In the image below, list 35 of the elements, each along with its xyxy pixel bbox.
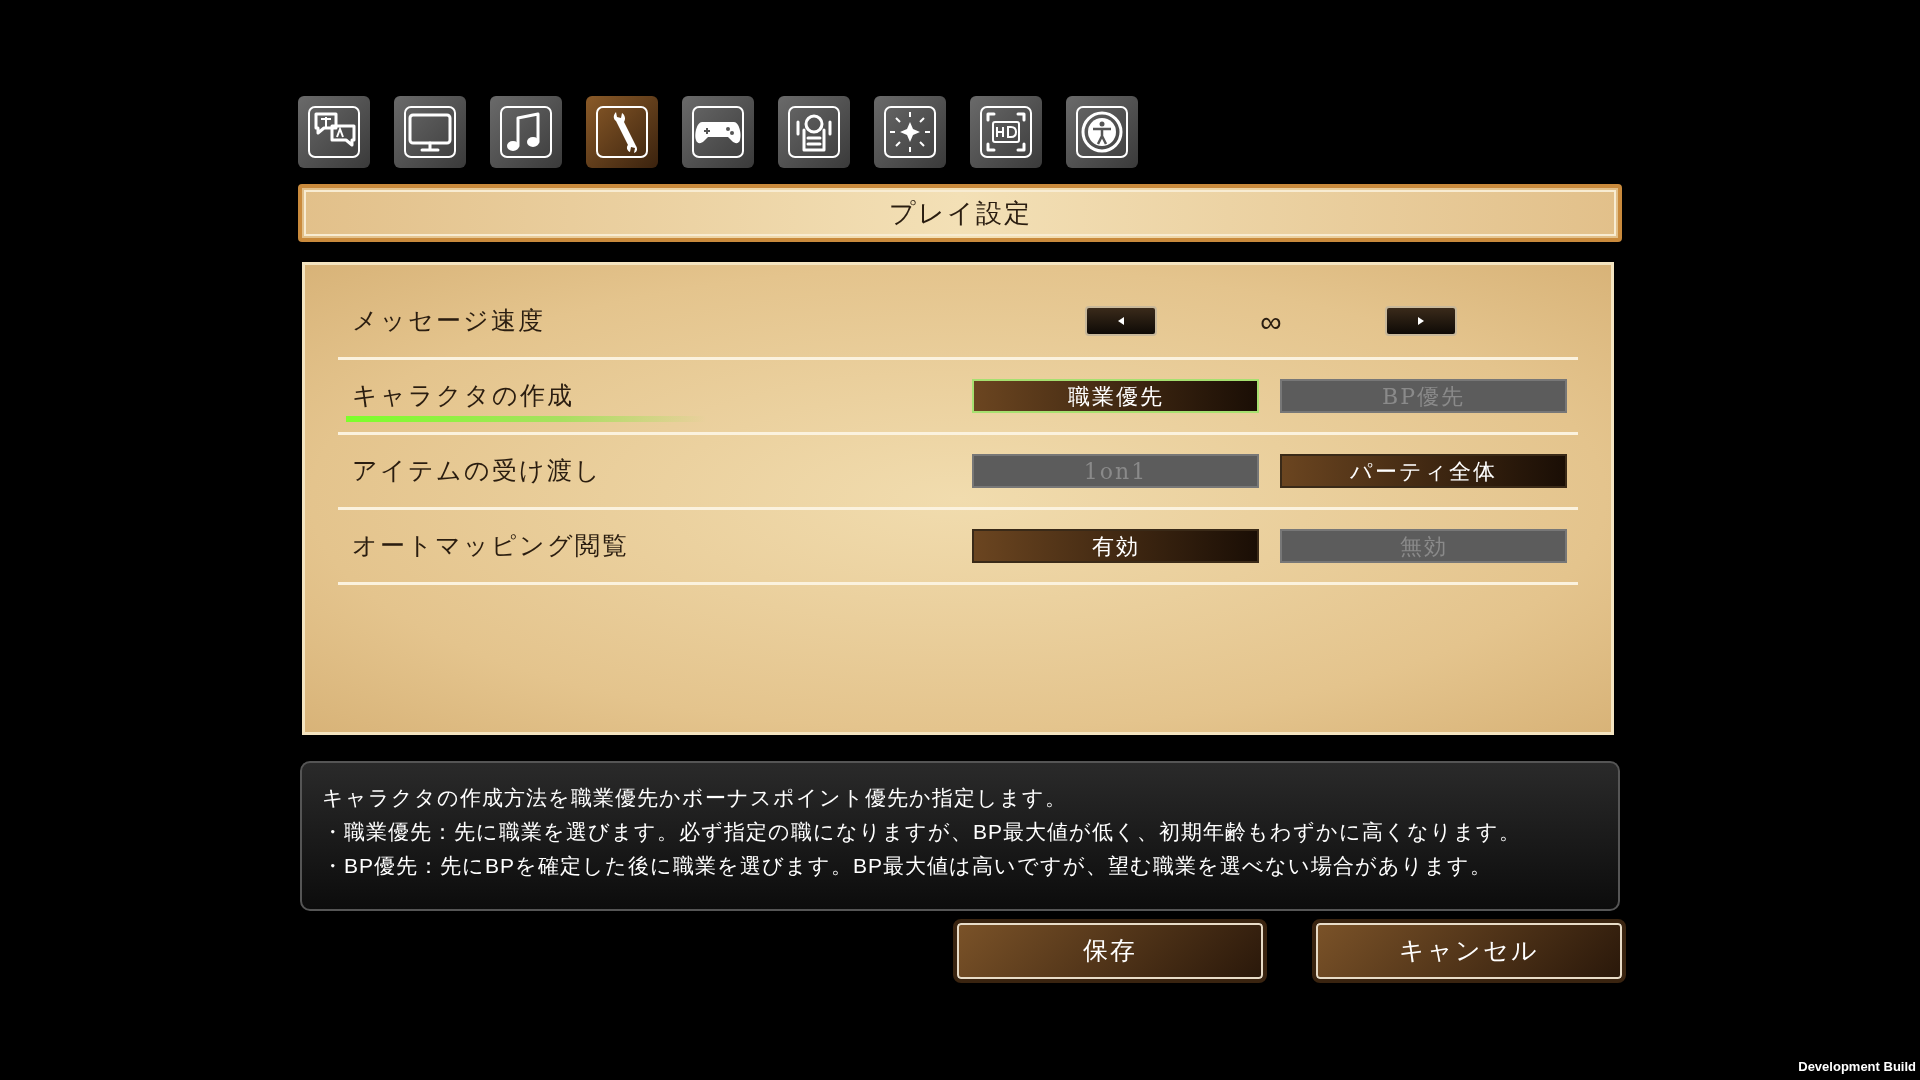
setting-label: メッセージ速度 [352,305,546,337]
panel-title: プレイ設定 [298,184,1622,242]
machine-icon [796,114,832,152]
description-line: ・職業優先：先に職業を選びます。必ず指定の職になりますが、BP最大値が低く、初期年齢もわずかに高くなります。 [322,819,1522,845]
music-note-icon [507,112,540,151]
next-button[interactable] [1385,306,1457,336]
option-button[interactable]: パーティ全体 [1280,454,1567,488]
translate-icon [314,112,356,147]
description-line: ・BP優先：先にBPを確定した後に職業を選びます。BP最大値は高いですが、望む職業を選べない場合があります。 [322,853,1494,879]
option-button[interactable]: 有効 [972,529,1259,563]
settings-tab[interactable] [394,96,466,168]
settings-tab[interactable] [298,96,370,168]
sparkle-icon [889,111,931,153]
settings-tab[interactable] [1066,96,1138,168]
monitor-icon [408,113,452,152]
settings-tab[interactable] [586,96,658,168]
gamepad-icon [695,122,741,144]
previous-button[interactable] [1085,306,1157,336]
settings-tab[interactable] [778,96,850,168]
build-label: Development Build [1798,1057,1916,1076]
settings-tab[interactable] [970,96,1042,168]
right-triangle-icon [1416,316,1426,326]
hd-icon [986,112,1026,152]
settings-tab[interactable] [682,96,754,168]
setting-label: アイテムの受け渡し [352,455,603,487]
option-button[interactable]: 職業優先 [972,379,1259,413]
settings-tab[interactable] [490,96,562,168]
setting-label: オートマッピング閲覧 [352,530,630,562]
settings-tab[interactable] [874,96,946,168]
left-triangle-icon [1116,316,1126,326]
accessibility-icon [1081,111,1123,153]
wrench-icon [613,112,638,153]
setting-value: ∞ [1259,303,1283,340]
setting-label: キャラクタの作成 [352,380,575,412]
description-line: キャラクタの作成方法を職業優先かボーナスポイント優先か指定します。 [322,785,1068,811]
